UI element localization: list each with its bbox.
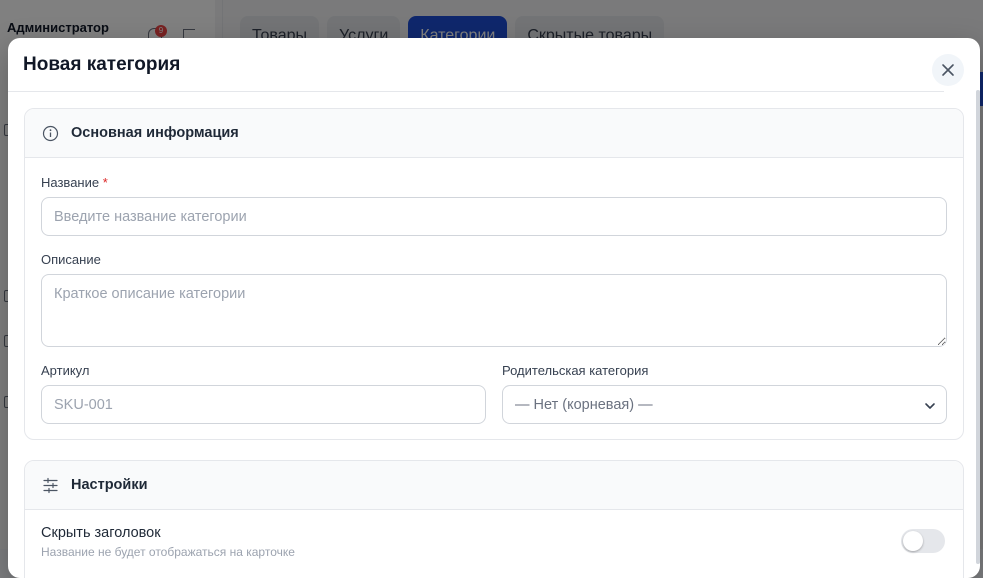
toggle-knob: [903, 531, 923, 551]
sku-input[interactable]: [41, 385, 486, 424]
settings-section: Настройки Скрыть заголовок Название не б…: [24, 460, 964, 578]
hide-title-hint: Название не будет отображаться на карточ…: [41, 545, 295, 559]
header-divider: [8, 91, 944, 92]
close-button[interactable]: [932, 54, 964, 86]
name-input[interactable]: [41, 197, 947, 236]
hide-title-label: Скрыть заголовок: [41, 525, 161, 541]
close-icon: [942, 64, 954, 76]
settings-title: Настройки: [71, 477, 148, 493]
name-label-text: Название: [41, 175, 100, 190]
modal-title: Новая категория: [23, 54, 181, 75]
parent-category-select[interactable]: — Нет (корневая) —: [502, 385, 947, 424]
info-icon: [42, 125, 59, 142]
parent-category-label: Родительская категория: [502, 363, 649, 378]
notification-badge: 9: [155, 25, 167, 37]
new-category-modal: Новая категория Основная информация Назв…: [8, 38, 980, 578]
hide-title-toggle[interactable]: [901, 529, 945, 553]
basic-info-header: Основная информация: [25, 109, 963, 158]
scrollbar[interactable]: [976, 90, 980, 564]
settings-header: Настройки: [25, 461, 963, 510]
basic-info-title: Основная информация: [71, 125, 239, 141]
name-label: Название *: [41, 175, 108, 190]
description-textarea[interactable]: [41, 274, 947, 347]
required-mark: *: [102, 175, 108, 190]
sliders-icon: [43, 477, 58, 494]
chevron-down-icon: [925, 403, 935, 409]
user-name: Администратор: [7, 20, 109, 35]
parent-category-value: — Нет (корневая) —: [515, 397, 653, 413]
sku-label: Артикул: [41, 363, 90, 378]
description-label: Описание: [41, 252, 101, 267]
basic-info-section: Основная информация Название * Описание …: [24, 108, 964, 440]
